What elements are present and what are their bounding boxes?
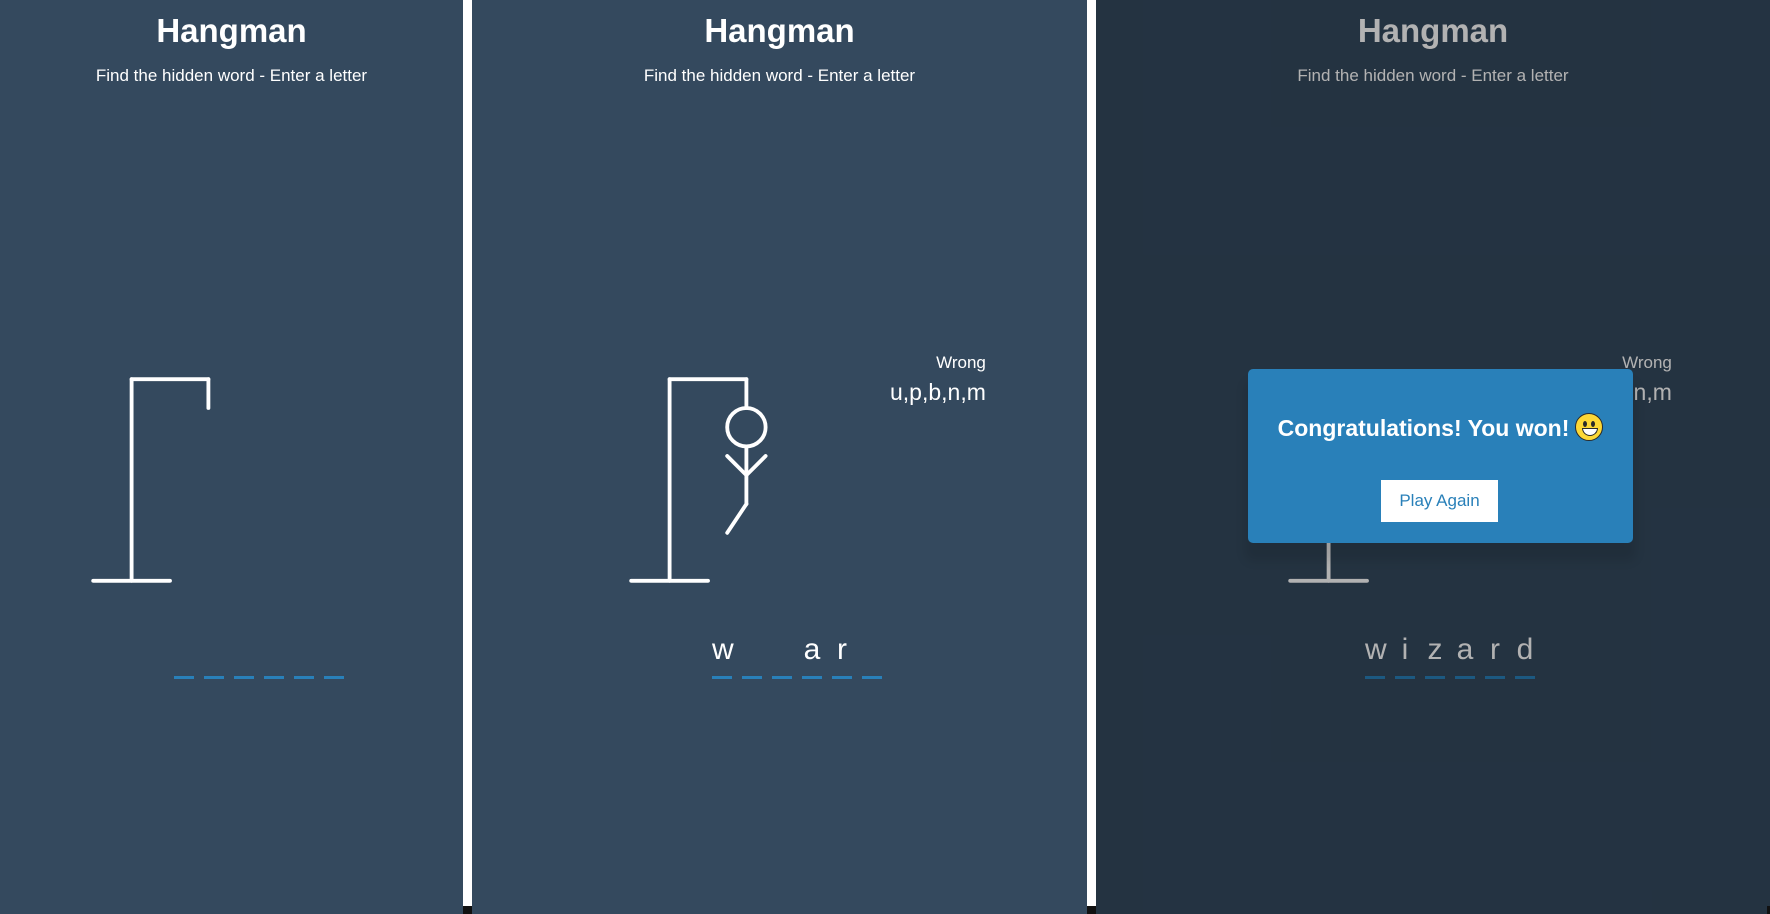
word-display [174, 628, 344, 679]
gallows-icon [91, 377, 211, 583]
word-display: w a r [712, 628, 882, 679]
word-letter [862, 628, 882, 679]
panel-divider [1087, 0, 1096, 914]
instructions: Find the hidden word - Enter a letter [643, 66, 916, 85]
game-panel-won: Hangman Find the hidden word - Enter a l… [1096, 0, 1770, 914]
panel-divider-base [1087, 906, 1096, 914]
word-letter [234, 628, 254, 679]
word-letter [264, 628, 284, 679]
instructions: Find the hidden word - Enter a letter [95, 66, 368, 85]
panel-divider-base [463, 906, 472, 914]
panel-divider [463, 0, 472, 914]
wrong-letters: u,p,b,n,m [890, 379, 986, 405]
page-title: Hangman [156, 12, 307, 49]
word-letter [174, 628, 194, 679]
word-letter [294, 628, 314, 679]
word-letter [324, 628, 344, 679]
word-letter [772, 628, 792, 679]
word-letter: a [802, 628, 822, 679]
grinning-face-emoji [1575, 413, 1604, 441]
game-panel-in-progress: Hangman Find the hidden word - Enter a l… [472, 0, 1087, 914]
game-panel-start: Hangman Find the hidden word - Enter a l… [0, 0, 463, 914]
word-letter [204, 628, 224, 679]
wrong-label: Wrong [936, 353, 986, 372]
wrong-letters-container: Wrong u,p,b,n,m [890, 353, 986, 406]
word-letter: r [832, 628, 852, 679]
word-letter [742, 628, 762, 679]
play-again-button[interactable]: Play Again [1381, 480, 1498, 522]
popup-message: Congratulations! You won! [1248, 413, 1633, 442]
win-popup: Congratulations! You won! Play Again [1248, 369, 1633, 543]
hangman-figure-icon [629, 377, 768, 583]
word-letter: w [712, 628, 734, 679]
page-title: Hangman [704, 12, 855, 49]
popup-message-text: Congratulations! You won! [1277, 415, 1570, 441]
